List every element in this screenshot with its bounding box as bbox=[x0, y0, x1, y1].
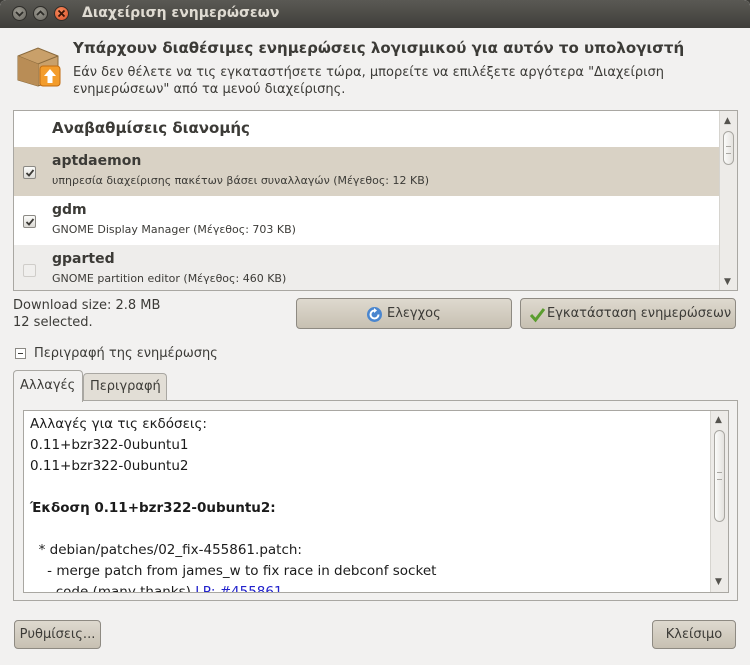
close-button-label: Κλείσιμο bbox=[665, 627, 723, 642]
checkmark-icon bbox=[529, 308, 546, 323]
changelog-line: - merge patch from james_w to fix race i… bbox=[30, 563, 437, 579]
tab-description[interactable]: Περιγραφή bbox=[83, 373, 167, 400]
expander-label: Περιγραφή της ενημέρωσης bbox=[34, 346, 218, 361]
changes-panel: Αλλαγές για τις εκδόσεις: 0.11+bzr322-0ub… bbox=[13, 400, 738, 601]
update-row-gparted[interactable]: gparted GNOME partition editor (Μέγεθος:… bbox=[14, 245, 721, 290]
tab-label: Περιγραφή bbox=[90, 379, 161, 394]
bug-link[interactable]: LP: #455861 bbox=[195, 584, 282, 592]
changelog-line: 0.11+bzr322-0ubuntu1 bbox=[30, 437, 189, 453]
settings-button[interactable]: Ρυθμίσεις... bbox=[14, 620, 101, 649]
collapse-icon[interactable] bbox=[15, 348, 26, 359]
tab-changes[interactable]: Αλλαγές bbox=[13, 370, 83, 402]
check-button-label: Ελεγχος bbox=[387, 306, 441, 321]
update-row-gdm[interactable]: gdm GNOME Display Manager (Μέγεθος: 703 … bbox=[14, 196, 721, 245]
header-description: Εάν δεν θέλετε να τις εγκαταστήσετε τώρα… bbox=[73, 65, 664, 97]
scroll-down-icon[interactable]: ▼ bbox=[715, 577, 722, 587]
changelog-scrollbar[interactable]: ▲ ▼ bbox=[710, 411, 728, 592]
scroll-up-icon[interactable]: ▲ bbox=[724, 116, 731, 126]
package-description: GNOME partition editor (Μέγεθος: 460 KB) bbox=[52, 272, 287, 285]
page-title: Υπάρχουν διαθέσιμες ενημερώσεις λογισμικ… bbox=[73, 39, 685, 57]
changelog-line: 0.11+bzr322-0ubuntu2 bbox=[30, 458, 189, 474]
package-description: υπηρεσία διαχείρισης πακέτων βάσει συναλ… bbox=[52, 174, 430, 187]
update-manager-window: Διαχείριση ενημερώσεων Υπάρχουν διαθέσιμ… bbox=[0, 0, 750, 665]
changelog-view[interactable]: Αλλαγές για τις εκδόσεις: 0.11+bzr322-0ub… bbox=[23, 410, 729, 593]
title-bar[interactable]: Διαχείριση ενημερώσεων bbox=[0, 0, 750, 28]
update-checkbox[interactable] bbox=[23, 166, 36, 179]
package-description: GNOME Display Manager (Μέγεθος: 703 KB) bbox=[52, 223, 296, 236]
group-title: Αναβαθμίσεις διανομής bbox=[52, 119, 250, 137]
check-button[interactable]: Ελεγχος bbox=[296, 298, 512, 329]
package-name: gparted bbox=[52, 251, 115, 267]
package-name: gdm bbox=[52, 202, 87, 218]
download-size: Download size: 2.8 MB bbox=[13, 298, 161, 313]
update-checkbox[interactable] bbox=[23, 215, 36, 228]
package-name: aptdaemon bbox=[52, 153, 142, 169]
changelog-line: * debian/patches/02_fix-455861.patch: bbox=[30, 542, 302, 558]
update-checkbox[interactable] bbox=[23, 264, 36, 277]
changelog-heading: Έκδοση 0.11+bzr322-0ubuntu2: bbox=[30, 500, 276, 516]
scroll-up-icon[interactable]: ▲ bbox=[715, 415, 722, 425]
selected-count: 12 selected. bbox=[13, 315, 93, 330]
scrollbar-thumb[interactable] bbox=[723, 131, 734, 165]
changelog-text: Αλλαγές για τις εκδόσεις: 0.11+bzr322-0ub… bbox=[30, 414, 437, 593]
package-update-icon bbox=[17, 47, 61, 87]
install-button-label: Εγκατάσταση ενημερώσεων bbox=[547, 306, 732, 321]
maximize-icon[interactable] bbox=[33, 6, 48, 21]
updates-scrollbar[interactable]: ▲ ▼ bbox=[719, 111, 737, 290]
scrollbar-thumb[interactable] bbox=[714, 430, 725, 522]
changelog-line: code (many thanks) bbox=[30, 584, 196, 593]
settings-button-label: Ρυθμίσεις... bbox=[19, 627, 96, 642]
install-updates-button[interactable]: Εγκατάσταση ενημερώσεων bbox=[520, 298, 736, 329]
update-row-aptdaemon[interactable]: aptdaemon υπηρεσία διαχείρισης πακέτων β… bbox=[14, 147, 721, 196]
download-summary: Download size: 2.8 MB 12 selected. bbox=[13, 297, 160, 331]
close-icon[interactable] bbox=[54, 6, 69, 21]
close-button[interactable]: Κλείσιμο bbox=[652, 620, 736, 649]
minimize-icon[interactable] bbox=[12, 6, 27, 21]
changelog-line: Αλλαγές για τις εκδόσεις: bbox=[30, 416, 207, 432]
tab-label: Αλλαγές bbox=[20, 378, 76, 393]
scroll-down-icon[interactable]: ▼ bbox=[724, 277, 731, 287]
updates-list[interactable]: Αναβαθμίσεις διανομής aptdaemon υπηρεσία… bbox=[13, 110, 738, 291]
refresh-icon bbox=[367, 307, 382, 322]
window-title: Διαχείριση ενημερώσεων bbox=[82, 5, 280, 21]
